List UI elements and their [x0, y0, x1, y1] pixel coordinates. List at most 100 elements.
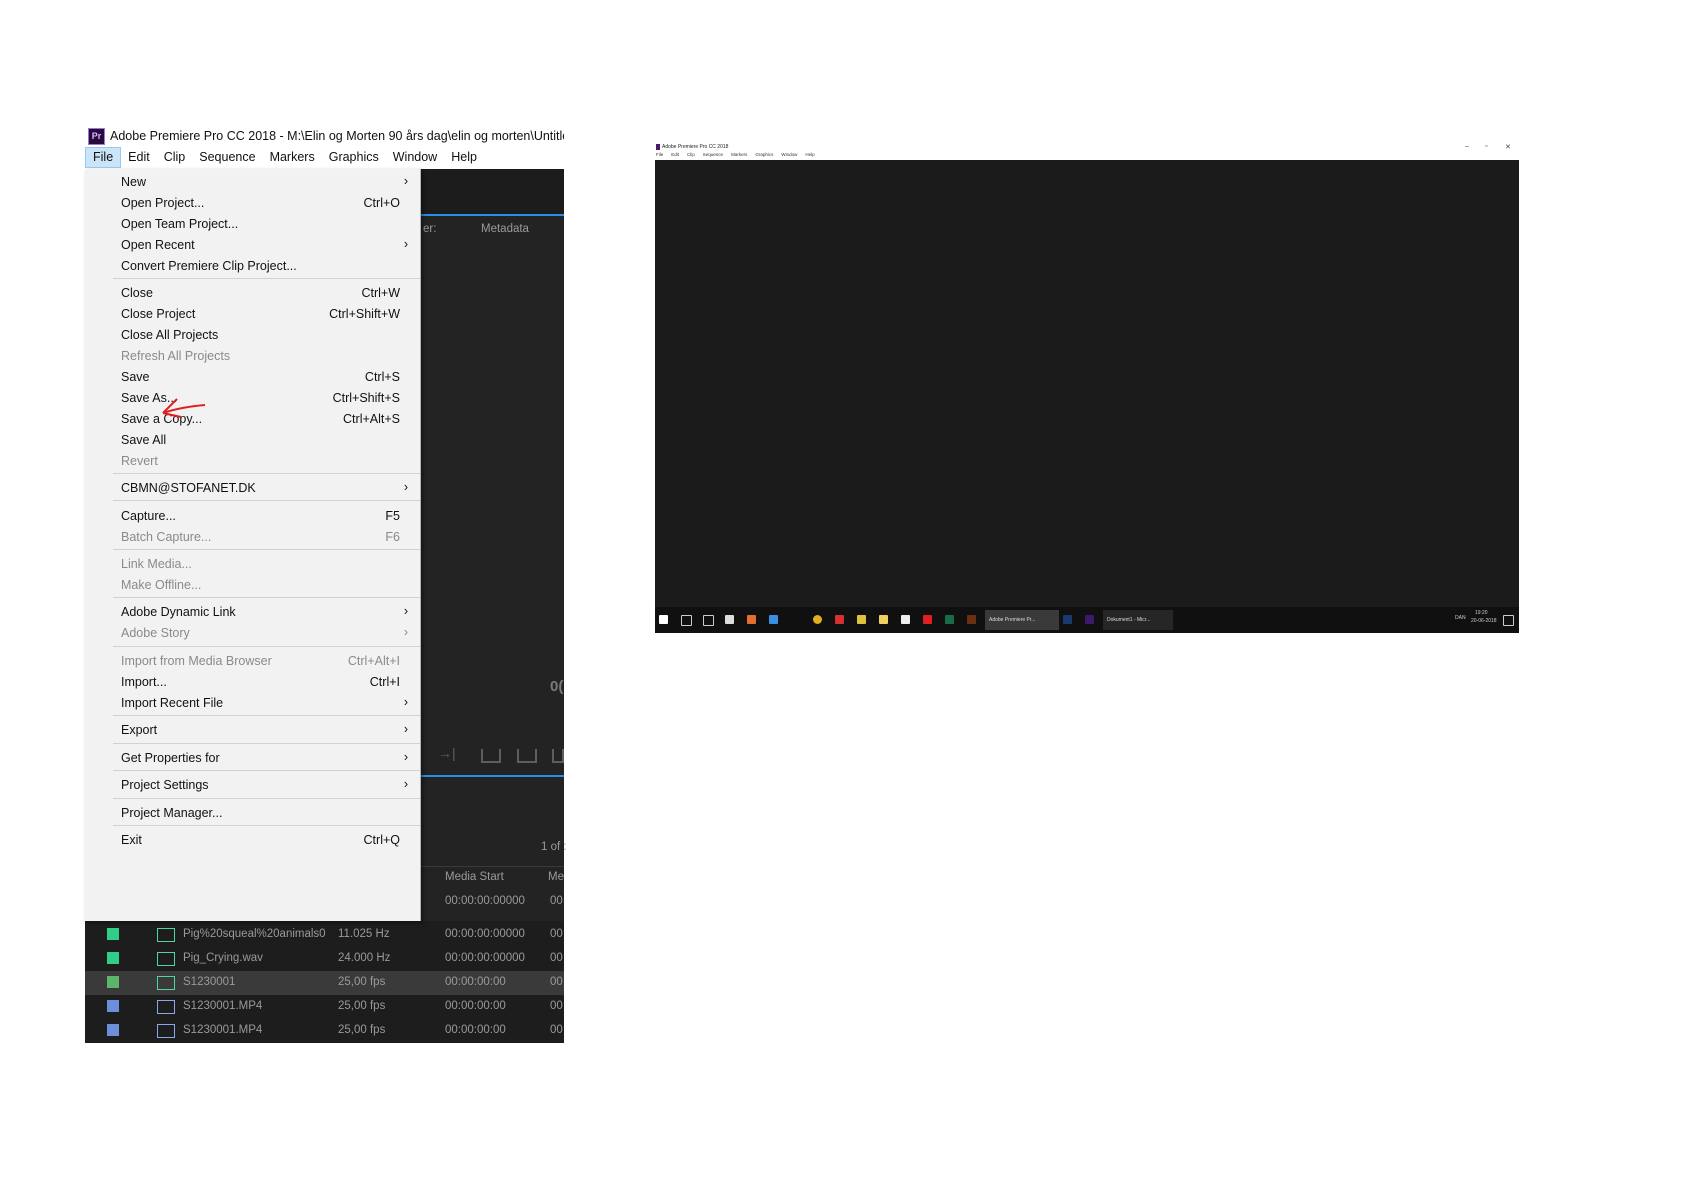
- menu-separator: [113, 549, 420, 550]
- illustrator-icon[interactable]: [967, 615, 976, 624]
- label-color-swatch[interactable]: [107, 1024, 119, 1036]
- chrome-icon[interactable]: [813, 615, 822, 624]
- store-icon[interactable]: [725, 615, 734, 624]
- menu-item-project-manager[interactable]: Project Manager...: [85, 802, 420, 824]
- table-row[interactable]: Pig%20squeal%20animals0 11.025 Hz 00:00:00…: [85, 923, 564, 947]
- audition-icon[interactable]: [945, 615, 954, 624]
- menu-item-export[interactable]: Export ›: [85, 719, 420, 741]
- menu-item-adobe-story: Adobe Story ›: [85, 622, 420, 644]
- menu-edit[interactable]: Edit: [121, 147, 157, 169]
- right-menu-window[interactable]: Window: [781, 152, 797, 160]
- metadata-tab[interactable]: Metadata: [481, 223, 529, 235]
- menu-item-shortcut: Ctrl+Alt+S: [343, 412, 400, 426]
- menu-item-label: Project Manager...: [121, 806, 223, 820]
- camera-icon[interactable]: [552, 749, 564, 763]
- column-header-more[interactable]: Me: [548, 871, 564, 883]
- menu-item-open-project[interactable]: Open Project... Ctrl+O: [85, 192, 420, 214]
- menu-item-label: CBMN@STOFANET.DK: [121, 481, 256, 495]
- menu-item-label: Adobe Dynamic Link: [121, 605, 236, 619]
- menu-item-import[interactable]: Import... Ctrl+I: [85, 671, 420, 693]
- menu-item-close-project[interactable]: Close Project Ctrl+Shift+W: [85, 303, 420, 325]
- menu-item-label: Save All: [121, 433, 167, 447]
- file-start: 00:00:00:00: [445, 1000, 506, 1012]
- right-menu-sequence[interactable]: Sequence: [703, 152, 723, 160]
- menu-item-convert-premiere-clip-project[interactable]: Convert Premiere Clip Project...: [85, 255, 420, 277]
- menu-item-open-recent[interactable]: Open Recent ›: [85, 234, 420, 256]
- table-row[interactable]: S1230001.MP4 25,00 fps 00:00:00:00 00: [85, 995, 564, 1019]
- menu-sequence[interactable]: Sequence: [192, 147, 262, 169]
- menu-window[interactable]: Window: [386, 147, 444, 169]
- right-menu-edit[interactable]: Edit: [671, 152, 679, 160]
- sticky-notes-icon[interactable]: [879, 615, 888, 624]
- app-icon[interactable]: [747, 615, 756, 624]
- menu-item-exit[interactable]: Exit Ctrl+Q: [85, 829, 420, 851]
- menu-graphics[interactable]: Graphics: [322, 147, 386, 169]
- menu-item-label: Link Media...: [121, 557, 192, 571]
- menu-item-new[interactable]: New ›: [85, 171, 420, 193]
- acrobat-icon[interactable]: [923, 615, 932, 624]
- menu-item-cbmn-stofanet-dk[interactable]: CBMN@STOFANET.DK ›: [85, 477, 420, 499]
- extract-icon[interactable]: [517, 749, 537, 763]
- insert-icon[interactable]: →|: [438, 745, 456, 761]
- menu-item-save[interactable]: Save Ctrl+S: [85, 366, 420, 388]
- menu-clip[interactable]: Clip: [157, 147, 193, 169]
- search-icon[interactable]: [681, 615, 692, 626]
- menu-item-refresh-all-projects: Refresh All Projects: [85, 345, 420, 367]
- menu-item-close[interactable]: Close Ctrl+W: [85, 282, 420, 304]
- file-name: S1230001.MP4: [183, 1000, 263, 1012]
- file-name: S1230001.MP4: [183, 1024, 263, 1036]
- column-header-media-start[interactable]: Media Start: [445, 871, 504, 883]
- label-color-swatch[interactable]: [107, 928, 119, 940]
- menu-item-label: Import...: [121, 675, 167, 689]
- lift-icon[interactable]: [481, 749, 501, 763]
- right-menu-graphics[interactable]: Graphics: [755, 152, 773, 160]
- right-menu-file[interactable]: File: [656, 152, 663, 160]
- minimize-button[interactable]: –: [1465, 143, 1469, 150]
- edge-icon[interactable]: [769, 615, 778, 624]
- right-menu-help[interactable]: Help: [805, 152, 814, 160]
- restore-button[interactable]: ▫: [1485, 143, 1487, 150]
- photoshop-icon[interactable]: [1063, 615, 1072, 624]
- start-icon[interactable]: [659, 615, 668, 624]
- menu-item-shortcut: Ctrl+I: [369, 675, 400, 689]
- menu-item-shortcut: F6: [385, 530, 400, 544]
- menu-item-capture[interactable]: Capture... F5: [85, 505, 420, 527]
- tray-time[interactable]: 19:20: [1475, 610, 1488, 616]
- menu-item-get-properties-for[interactable]: Get Properties for ›: [85, 747, 420, 769]
- right-menu-markers[interactable]: Markers: [731, 152, 747, 160]
- menu-markers[interactable]: Markers: [263, 147, 322, 169]
- menu-item-open-team-project[interactable]: Open Team Project...: [85, 213, 420, 235]
- menu-help[interactable]: Help: [444, 147, 484, 169]
- label-color-swatch[interactable]: [107, 952, 119, 964]
- mail-icon[interactable]: [901, 615, 910, 624]
- menu-item-close-all-projects[interactable]: Close All Projects: [85, 324, 420, 346]
- taskbar-premiere[interactable]: Adobe Premiere Pr...: [985, 610, 1059, 630]
- menu-file[interactable]: File: [85, 147, 122, 168]
- menu-item-save-as[interactable]: Save As... Ctrl+Shift+S: [85, 387, 420, 409]
- menu-item-save-all[interactable]: Save All: [85, 429, 420, 451]
- menu-item-label: Close Project: [121, 307, 196, 321]
- table-row[interactable]: S1230001 25,00 fps 00:00:00:00 00: [85, 971, 564, 995]
- menu-item-adobe-dynamic-link[interactable]: Adobe Dynamic Link ›: [85, 601, 420, 623]
- menu-item-import-recent-file[interactable]: Import Recent File ›: [85, 692, 420, 714]
- close-button[interactable]: ✕: [1505, 143, 1511, 151]
- menu-item-shortcut: Ctrl+O: [363, 196, 400, 210]
- menu-item-label: Open Team Project...: [121, 217, 239, 231]
- after-effects-icon[interactable]: [1085, 615, 1094, 624]
- right-menu-clip[interactable]: Clip: [687, 152, 695, 160]
- table-row[interactable]: Pig_Crying.wav 24.000 Hz 00:00:00:00000 00: [85, 947, 564, 971]
- tray-date[interactable]: 20-06-2018: [1471, 618, 1497, 624]
- menu-item-project-settings[interactable]: Project Settings ›: [85, 774, 420, 796]
- notification-icon[interactable]: [1503, 615, 1514, 626]
- tray-language[interactable]: DAN: [1455, 615, 1466, 621]
- task-view-icon[interactable]: [703, 615, 714, 626]
- label-color-swatch[interactable]: [107, 976, 119, 988]
- taskbar-word[interactable]: Dokument1 - Micr...: [1103, 610, 1173, 630]
- label-color-swatch[interactable]: [107, 1000, 119, 1012]
- menu-item-save-a-copy[interactable]: Save a Copy... Ctrl+Alt+S: [85, 408, 420, 430]
- menu-separator: [113, 473, 420, 474]
- table-row[interactable]: S1230001.MP4 25,00 fps 00:00:00:00 00: [85, 1019, 564, 1043]
- app-icon-red[interactable]: [835, 615, 844, 624]
- explorer-icon[interactable]: [857, 615, 866, 624]
- file-start: 00:00:00:00000: [445, 952, 525, 964]
